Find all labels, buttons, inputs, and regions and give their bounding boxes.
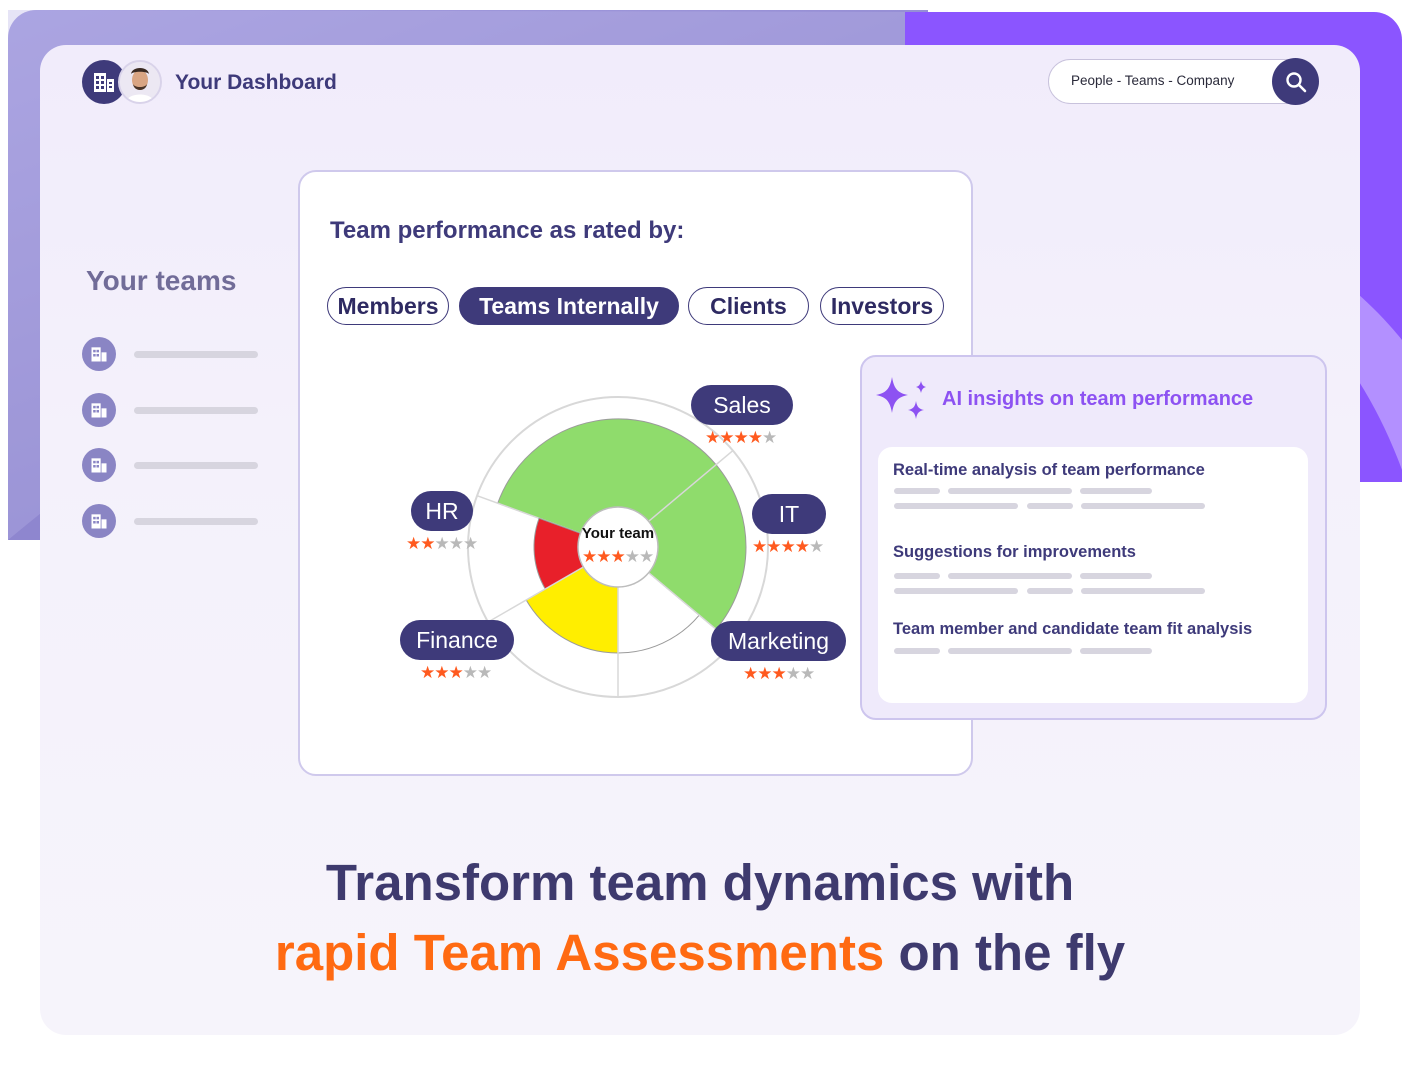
star-icon: ★ [800,664,815,683]
team-name-placeholder [134,462,258,469]
headline-rest: on the fly [884,924,1126,981]
star-icon: ★ [462,663,478,682]
star-icon: ★ [794,537,810,556]
sidebar-team-item[interactable] [82,504,262,538]
tab-members[interactable]: Members [327,287,449,325]
page-title: Your Dashboard [175,71,337,94]
team-label-finance[interactable]: Finance [400,620,514,660]
sparkle-icon [876,377,926,419]
building-icon [82,393,116,427]
star-icon: ★ [420,663,435,682]
text-placeholder-line [1027,503,1073,509]
star-icon: ★ [780,537,796,556]
text-placeholder-line [1080,488,1152,494]
hr-rating-stars: ★★★★★ [406,534,478,553]
search-button[interactable] [1272,58,1319,105]
ai-insights-card: AI insights on team performance Real-tim… [860,355,1327,720]
text-placeholder-line [948,573,1072,579]
marketing-rating-stars: ★★★★★ [743,664,815,683]
sidebar-team-item[interactable] [82,337,262,371]
star-icon: ★ [747,428,763,447]
team-label-it[interactable]: IT [752,494,826,534]
center-label: Your team [581,525,655,542]
building-icon [82,504,116,538]
text-placeholder-line [894,488,940,494]
tab-teams-internally[interactable]: Teams Internally [459,287,679,325]
performance-title: Team performance as rated by: [330,217,685,244]
star-icon: ★ [785,664,801,683]
star-icon: ★ [719,428,734,447]
tab-clients[interactable]: Clients [688,287,809,325]
text-placeholder-line [894,648,940,654]
star-icon: ★ [766,537,781,556]
text-placeholder-line [894,503,1018,509]
sales-rating-stars: ★★★★★ [705,428,777,447]
star-icon: ★ [752,537,767,556]
center-rating-stars: ★★★★★ [582,547,654,566]
star-icon: ★ [448,534,464,553]
sidebar-team-item[interactable] [82,448,262,482]
ai-insights-title: AI insights on team performance [942,388,1254,410]
headline-line-1: Transform team dynamics with [325,854,1075,911]
sidebar-team-item[interactable] [82,393,262,427]
text-placeholder-line [948,648,1072,654]
team-name-placeholder [134,351,258,358]
star-icon: ★ [406,534,421,553]
logo-group [82,60,164,106]
star-icon: ★ [448,663,464,682]
text-placeholder-line [1081,588,1205,594]
star-icon: ★ [463,534,478,553]
ai-insights-list: Real-time analysis of team performance S… [878,447,1308,703]
header: Your Dashboard People - Teams - Company [40,45,1360,135]
star-icon: ★ [762,428,777,447]
team-label-hr[interactable]: HR [411,491,473,531]
dashboard-card: Your Dashboard People - Teams - Company … [40,45,1360,1035]
team-name-placeholder [134,518,258,525]
search-input-text: People - Teams - Company [1071,73,1235,88]
text-placeholder-line [1081,503,1205,509]
search-icon [1285,71,1306,92]
star-icon: ★ [434,663,449,682]
star-icon: ★ [639,547,654,566]
star-icon: ★ [582,547,597,566]
star-icon: ★ [757,664,772,683]
star-icon: ★ [420,534,435,553]
star-icon: ★ [733,428,749,447]
headline-line-2: rapid Team Assessments on the fly [40,923,1360,982]
star-icon: ★ [743,664,758,683]
sidebar-title: Your teams [86,265,237,296]
insight-item-title[interactable]: Suggestions for improvements [893,543,1136,562]
finance-rating-stars: ★★★★★ [420,663,492,682]
text-placeholder-line [1080,573,1152,579]
team-name-placeholder [134,407,258,414]
headline-accent: rapid Team Assessments [274,924,885,981]
star-icon: ★ [705,428,720,447]
it-rating-stars: ★★★★★ [752,537,824,556]
text-placeholder-line [948,488,1072,494]
building-icon [82,337,116,371]
star-icon: ★ [434,534,450,553]
star-icon: ★ [596,547,611,566]
user-avatar[interactable] [118,60,162,104]
team-label-marketing[interactable]: Marketing [711,621,846,661]
star-icon: ★ [477,663,492,682]
team-rating-chart: Your team ★★★★★ Sales ★★★★★ IT ★★★★★ Mar… [390,367,860,707]
search-input[interactable]: People - Teams - Company [1048,58,1319,105]
text-placeholder-line [1027,588,1073,594]
star-icon: ★ [624,547,640,566]
building-icon [82,448,116,482]
star-icon: ★ [610,547,626,566]
tab-investors[interactable]: Investors [820,287,944,325]
star-icon: ★ [771,664,787,683]
text-placeholder-line [894,573,940,579]
team-label-sales[interactable]: Sales [691,385,793,425]
text-placeholder-line [894,588,1018,594]
text-placeholder-line [1080,648,1152,654]
insight-item-title[interactable]: Team member and candidate team fit analy… [893,620,1252,639]
insight-item-title[interactable]: Real-time analysis of team performance [893,461,1205,480]
star-icon: ★ [809,537,824,556]
